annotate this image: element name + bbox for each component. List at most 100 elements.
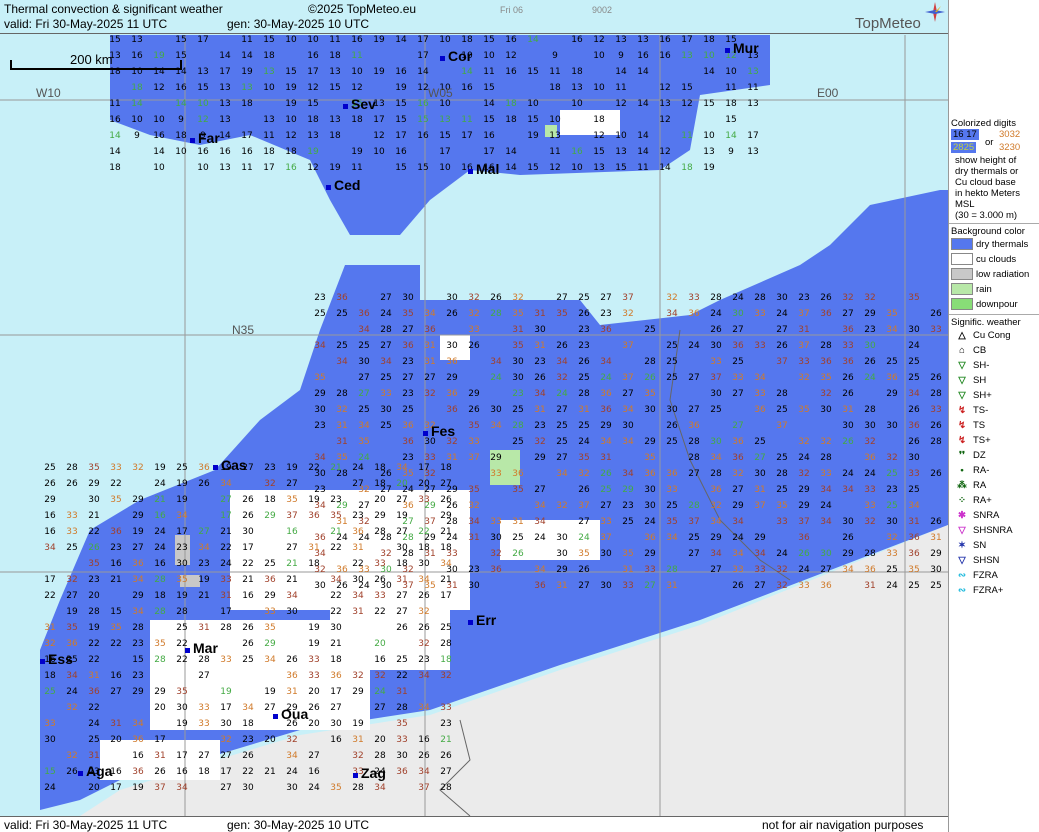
thermal-digit: 22: [242, 767, 253, 777]
thermal-digit: 31: [864, 581, 875, 591]
thermal-digit: 17: [263, 163, 274, 173]
thermal-digit: 34: [418, 575, 430, 585]
thermal-digit: 27: [578, 581, 589, 591]
thermal-digit: 12: [351, 83, 362, 93]
thermal-digit: 28: [440, 639, 452, 649]
legend-background-label: rain: [976, 284, 992, 295]
thermal-digit: 23: [798, 293, 809, 303]
thermal-digit: 31: [534, 341, 545, 351]
thermal-digit: 30: [396, 751, 408, 761]
thermal-digit: 25: [886, 501, 897, 511]
thermal-digit: 10: [175, 147, 187, 157]
thermal-digit: 36: [820, 357, 832, 367]
thermal-digit: 14: [615, 67, 627, 77]
thermal-digit: 15: [703, 99, 714, 109]
thermal-digit: 33: [754, 389, 765, 399]
thermal-digit: 37: [622, 373, 633, 383]
thermal-digit: 10: [593, 83, 605, 93]
thermal-digit: 30: [842, 421, 854, 431]
day-code: Fri 06: [500, 5, 524, 15]
thermal-digit: 26: [842, 533, 854, 543]
thermal-digit: 18: [242, 719, 254, 729]
thermal-digit: 26: [644, 373, 656, 383]
thermal-digit: 9: [552, 51, 558, 61]
city-fes: Fes: [423, 423, 455, 439]
thermal-digit: 27: [688, 549, 699, 559]
thermal-digit: 27: [578, 517, 589, 527]
thermal-digit: 27: [440, 479, 451, 489]
thermal-digit: 35: [644, 389, 655, 399]
thermal-digit: 36: [446, 389, 458, 399]
thermal-digit: 14: [109, 131, 121, 141]
legend-weather: Signific. weather △ Cu Cong ⌂ CB ▽ SH- ▽ SH ▽ SH+…: [949, 317, 1039, 598]
thermal-digit: 25: [314, 309, 325, 319]
thermal-digit: 24: [154, 527, 166, 537]
thermal-digit: 24: [380, 309, 392, 319]
thermal-digit: 31: [336, 421, 347, 431]
city-err: Err: [468, 612, 496, 628]
thermal-digit: 10: [703, 51, 715, 61]
thermal-digit: 25: [176, 463, 187, 473]
thermal-digit: 16: [131, 51, 143, 61]
thermal-digit: 32: [842, 293, 853, 303]
thermal-digit: 36: [110, 527, 122, 537]
thermal-digit: 17: [242, 543, 253, 553]
thermal-digit: 23: [534, 421, 545, 431]
thermal-digit: 31: [352, 735, 363, 745]
thermal-digit: 25: [908, 581, 919, 591]
thermal-digit: 26: [446, 309, 458, 319]
thermal-digit: 14: [637, 99, 649, 109]
thermal-digit: 18: [263, 147, 275, 157]
thermal-digit: 19: [351, 147, 363, 157]
thermal-digit: 28: [380, 325, 392, 335]
thermal-digit: 14: [241, 51, 253, 61]
thermal-digit: 10: [439, 35, 451, 45]
thermal-digit: 25: [336, 309, 347, 319]
thermal-digit: 17: [439, 147, 450, 157]
thermal-digit: 15: [527, 115, 538, 125]
thermal-digit: 13: [549, 131, 560, 141]
thermal-digit: 30: [754, 469, 766, 479]
thermal-digit: 36: [820, 581, 832, 591]
thermal-digit: 34: [710, 549, 722, 559]
thermal-digit: 34: [286, 591, 298, 601]
thermal-digit: 37: [622, 341, 633, 351]
legend-weather-item: ∾ FZRA: [951, 568, 1038, 583]
thermal-digit: 33: [468, 325, 479, 335]
thermal-digit: 25: [732, 357, 743, 367]
thermal-digit: 13: [747, 67, 758, 77]
thermal-digit: 28: [930, 389, 942, 399]
thermal-digit: 13: [615, 35, 626, 45]
thermal-digit: 27: [424, 373, 435, 383]
thermal-digit: 30: [908, 325, 920, 335]
thermal-digit: 32: [374, 671, 385, 681]
thermal-digit: 11: [725, 83, 736, 93]
thermal-digit: 33: [396, 735, 407, 745]
legend-weather-label: CB: [973, 345, 987, 356]
thermal-digit: 11: [681, 131, 692, 141]
thermal-digit: 28: [864, 549, 876, 559]
thermal-digit: 27: [402, 325, 413, 335]
weather-symbol-icon: ∾: [958, 585, 966, 596]
thermal-digit: 17: [44, 575, 55, 585]
thermal-digit: 29: [622, 485, 634, 495]
thermal-digit: 30: [352, 575, 364, 585]
thermal-digit: 17: [176, 527, 187, 537]
thermal-digit: 19: [198, 575, 210, 585]
thermal-digit: 32: [66, 575, 77, 585]
thermal-digit: 26: [842, 389, 854, 399]
thermal-digit: 13: [593, 163, 604, 173]
thermal-digit: 17: [176, 751, 187, 761]
thermal-digit: 15: [395, 115, 406, 125]
thermal-digit: 31: [44, 623, 55, 633]
thermal-digit: 28: [352, 783, 364, 793]
thermal-digit: 29: [132, 591, 144, 601]
thermal-digit: 27: [358, 389, 369, 399]
thermal-digit: 27: [198, 751, 209, 761]
thermal-digit: 24: [776, 309, 788, 319]
thermal-digit: 36: [644, 469, 656, 479]
thermal-digit: 33: [710, 357, 721, 367]
thermal-digit: 33: [930, 405, 941, 415]
weather-symbol-icon: ↯: [958, 405, 966, 416]
thermal-digit: 30: [556, 549, 568, 559]
